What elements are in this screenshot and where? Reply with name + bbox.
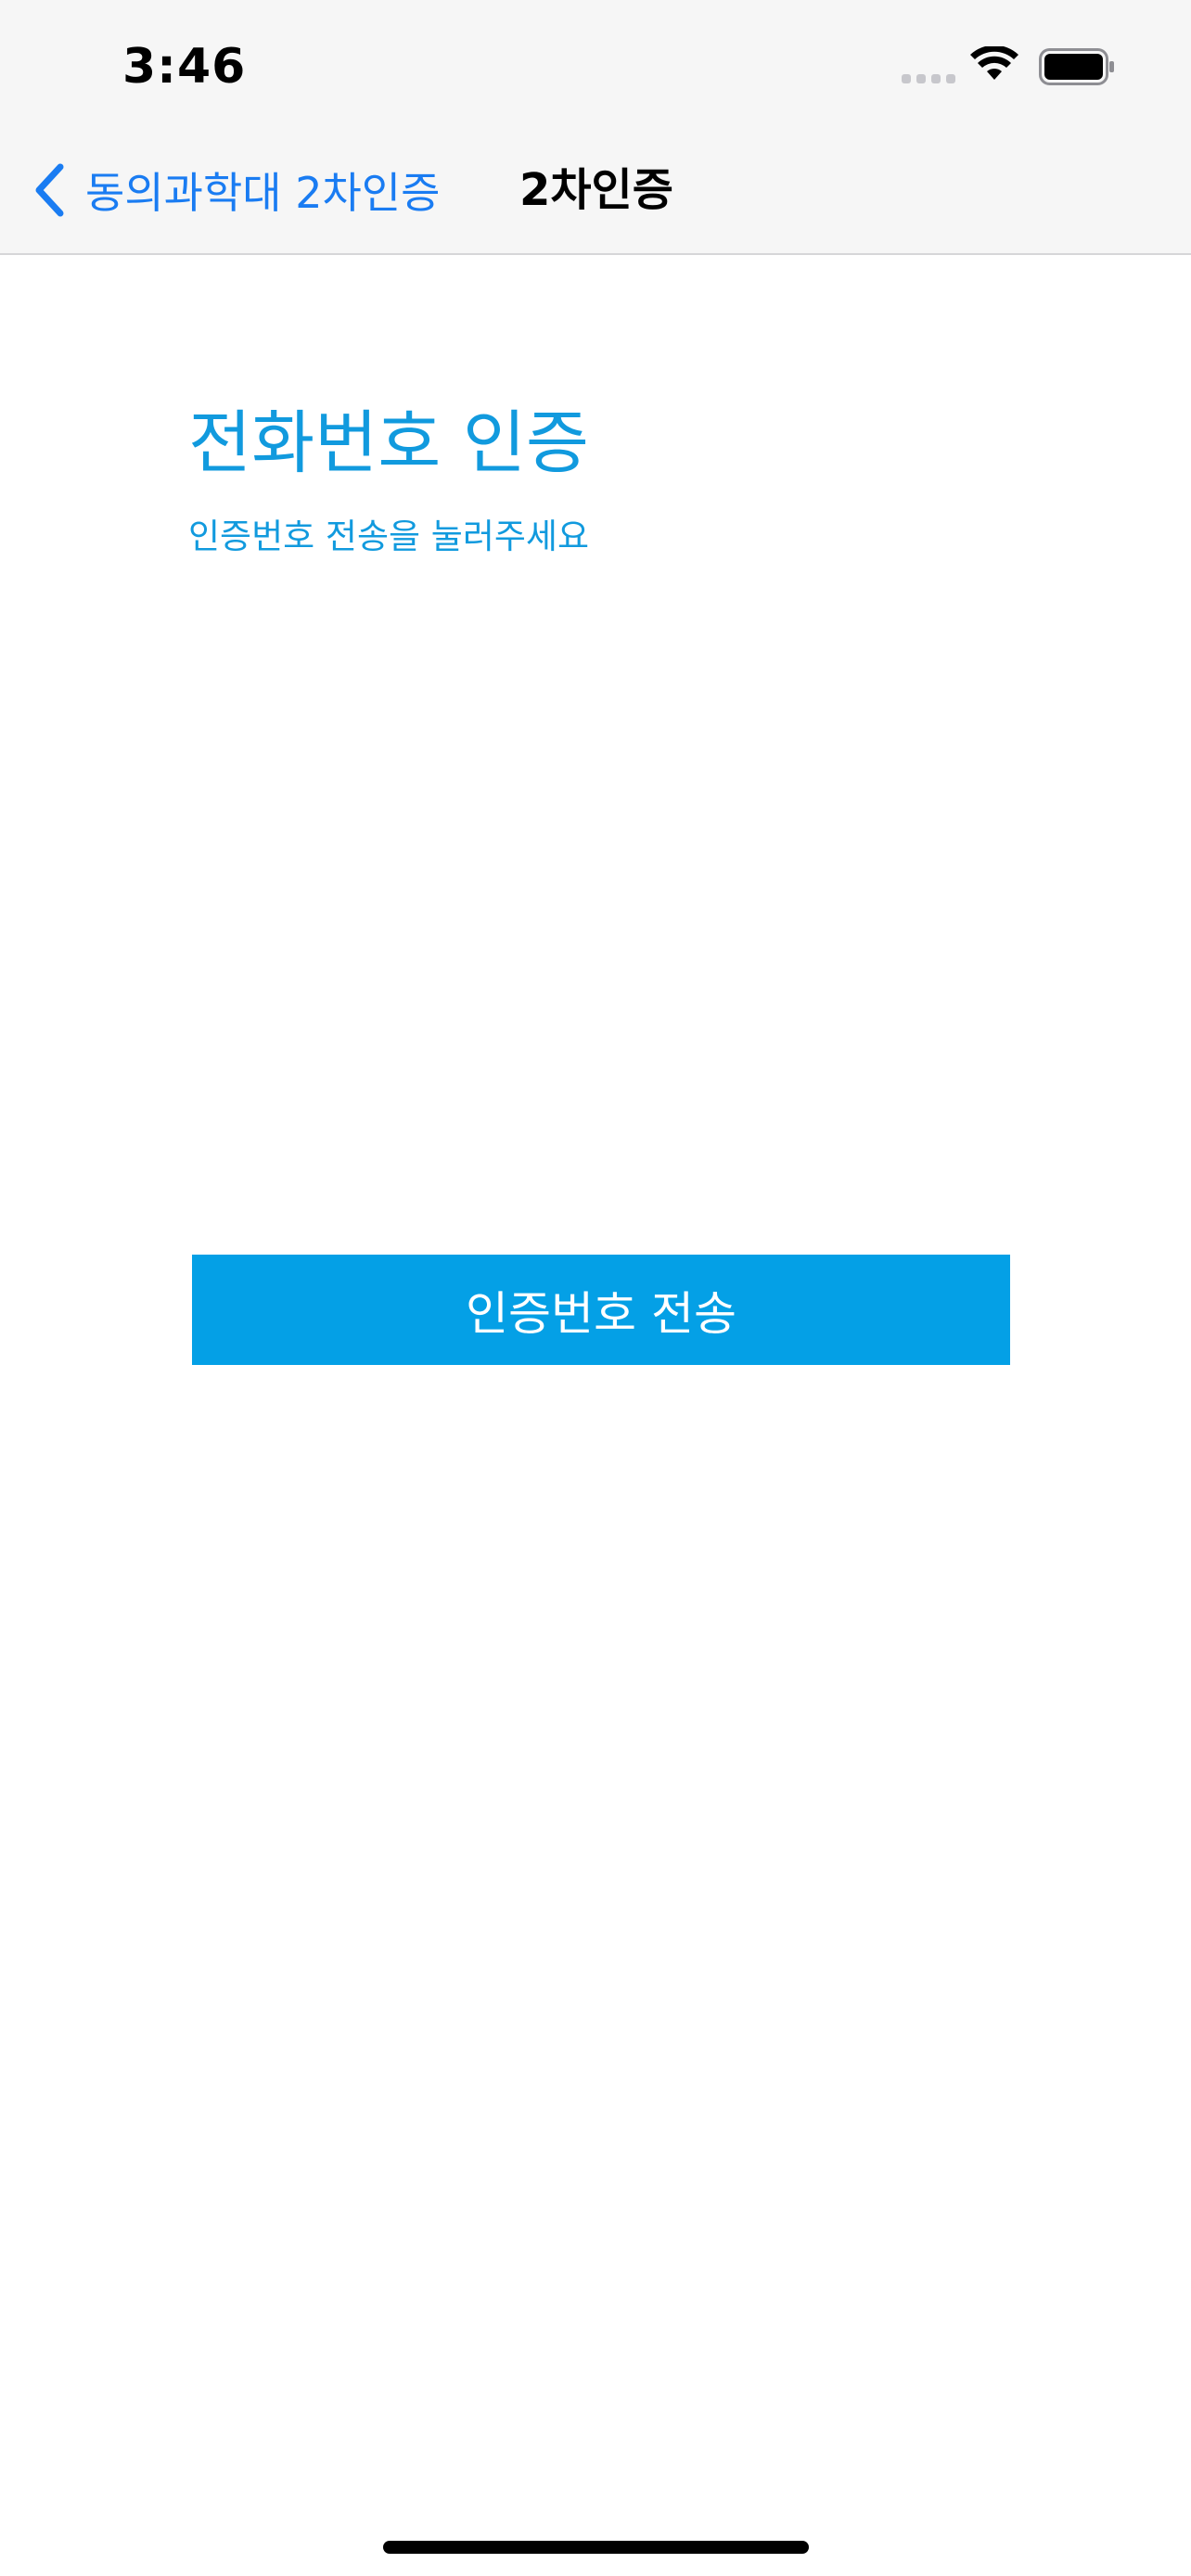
instruction-text: 인증번호 전송을 눌러주세요 <box>188 516 590 556</box>
status-bar: 3:46 <box>0 0 1191 130</box>
back-button[interactable]: 동의과학대 2차인증 <box>33 158 440 223</box>
page-title: 2차인증 <box>519 164 673 216</box>
phone-verification-heading: 전화번호 인증 <box>188 403 590 483</box>
cellular-signal-icon <box>902 74 955 83</box>
chevron-left-icon <box>33 163 65 217</box>
battery-icon <box>1039 48 1115 89</box>
status-time: 3:46 <box>122 39 247 95</box>
home-indicator[interactable] <box>383 2541 809 2554</box>
back-button-label: 동의과학대 2차인증 <box>85 168 441 218</box>
wifi-icon <box>970 45 1018 85</box>
navigation-bar: 동의과학대 2차인증 2차인증 <box>0 130 1191 255</box>
send-verification-code-button[interactable]: 인증번호 전송 <box>192 1255 1010 1365</box>
